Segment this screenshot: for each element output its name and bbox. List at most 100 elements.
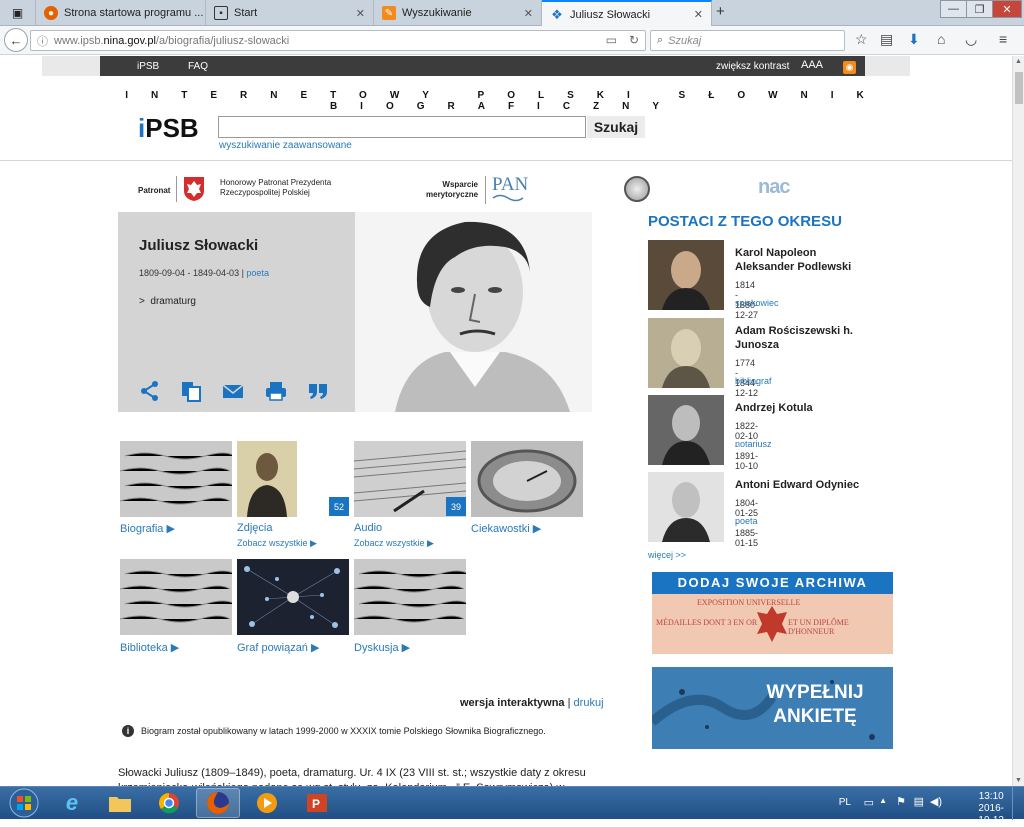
- photos-link[interactable]: Zdjęcia: [237, 522, 272, 534]
- interactive-version-label[interactable]: wersja interaktywna: [460, 697, 565, 709]
- tab-wyszukiwanie[interactable]: ✎ Wyszukiwanie ✕: [374, 0, 542, 26]
- ipsb-logo[interactable]: iPSB: [138, 113, 199, 144]
- bookmarks-menu-icon[interactable]: ▤: [880, 31, 893, 48]
- audio-link[interactable]: Audio: [354, 522, 382, 534]
- tab-start[interactable]: ▪ Start ✕: [206, 0, 374, 26]
- volume-icon[interactable]: ◀): [930, 795, 942, 808]
- nav-link-ipsb[interactable]: iPSB: [137, 61, 159, 72]
- language-indicator[interactable]: PL: [839, 797, 851, 808]
- biography-thumbnail[interactable]: [120, 441, 232, 517]
- audio-see-all-link[interactable]: Zobacz wszystkie ▶: [354, 538, 434, 549]
- contrast-toggle[interactable]: zwiększ kontrast: [716, 61, 789, 72]
- print-icon[interactable]: [265, 380, 287, 402]
- person-portrait[interactable]: [648, 240, 724, 310]
- add-archives-banner[interactable]: DODAJ SWOJE ARCHIWA EXPOSITION UNIVERSEL…: [652, 572, 893, 654]
- url-actions: ▭ ↻: [606, 33, 639, 47]
- close-icon[interactable]: ✕: [694, 8, 703, 21]
- survey-banner[interactable]: WYPEŁNIJ ANKIETĘ: [652, 667, 893, 749]
- university-seal-icon[interactable]: [624, 176, 650, 202]
- show-desktop-button[interactable]: [1012, 787, 1024, 820]
- trivia-link[interactable]: Ciekawostki ▶: [471, 522, 541, 535]
- folder-icon: [109, 797, 131, 812]
- url-bar[interactable]: ⓘ www.ipsb. nina.gov.pl/a/biografia/juliu…: [30, 30, 646, 51]
- tab-start-page[interactable]: ● Strona startowa programu ...: [36, 0, 206, 26]
- tab-juliusz-slowacki[interactable]: ❖ Juliusz Słowacki ✕: [542, 0, 712, 27]
- photos-thumbnail[interactable]: [237, 441, 297, 517]
- scrollbar-thumb[interactable]: [1015, 72, 1023, 104]
- nav-link-faq[interactable]: FAQ: [188, 61, 208, 72]
- person-card-role[interactable]: poeta: [735, 516, 758, 526]
- font-size-switcher[interactable]: AAA: [801, 59, 823, 71]
- reload-icon[interactable]: ↻: [629, 33, 639, 47]
- eagle-emblem-icon: [757, 606, 787, 642]
- info-icon[interactable]: ⓘ: [37, 33, 48, 49]
- menu-icon[interactable]: ≡: [999, 31, 1007, 47]
- taskbar-powerpoint[interactable]: P: [295, 788, 339, 818]
- patronage-text-line: Honorowy Patronat Prezydenta: [220, 178, 332, 187]
- site-search-input[interactable]: [218, 116, 586, 138]
- taskbar-file-explorer[interactable]: [98, 788, 142, 818]
- pocket-icon[interactable]: ◡: [965, 31, 977, 48]
- role-link[interactable]: poeta: [246, 268, 269, 278]
- support-label: Wsparcie merytoryczne: [426, 180, 478, 200]
- clock[interactable]: 13:10 2016-10-13: [978, 791, 1004, 827]
- person-card-role[interactable]: spiskowiec: [735, 298, 779, 308]
- rss-icon[interactable]: ◉: [843, 61, 856, 74]
- person-card-name[interactable]: Karol Napoleon Aleksander Podlewski: [735, 246, 865, 274]
- page-scrollbar[interactable]: ▲ ▼: [1012, 56, 1024, 786]
- taskbar-media-player[interactable]: [245, 788, 289, 818]
- advanced-search-link[interactable]: wyszukiwanie zaawansowane: [219, 140, 352, 151]
- share-icon[interactable]: [139, 380, 161, 402]
- person-portrait[interactable]: [648, 395, 724, 465]
- tab-title: Strona startowa programu ...: [64, 7, 204, 19]
- network-icon[interactable]: ▤: [914, 795, 924, 808]
- back-button[interactable]: ←: [4, 28, 28, 52]
- quote-icon[interactable]: [307, 380, 329, 402]
- nac-logo[interactable]: nac: [758, 176, 790, 199]
- close-icon[interactable]: ✕: [524, 7, 533, 20]
- person-portrait[interactable]: [648, 318, 724, 388]
- library-link[interactable]: Biblioteka ▶: [120, 641, 179, 654]
- scroll-up-icon[interactable]: ▲: [1015, 58, 1022, 65]
- book-icon: ❖: [551, 6, 563, 22]
- bookmark-star-icon[interactable]: ☆: [855, 31, 868, 48]
- taskbar-firefox[interactable]: [196, 788, 240, 818]
- download-icon[interactable]: ⬇: [908, 31, 920, 48]
- keyboard-icon[interactable]: ▭: [864, 796, 874, 809]
- biography-link[interactable]: Biografia ▶: [120, 522, 175, 535]
- person-portrait[interactable]: [648, 472, 724, 542]
- copy-icon[interactable]: [180, 380, 202, 402]
- search-button[interactable]: Szukaj: [587, 116, 645, 138]
- library-thumbnail[interactable]: [120, 559, 232, 635]
- taskbar-chrome[interactable]: [147, 788, 191, 818]
- scroll-down-icon[interactable]: ▼: [1015, 777, 1022, 784]
- close-window-button[interactable]: ✕: [992, 0, 1022, 18]
- tab-groups-button[interactable]: ▣: [0, 0, 36, 26]
- person-card-name[interactable]: Adam Rościszewski h. Junosza: [735, 324, 865, 352]
- close-icon[interactable]: ✕: [356, 7, 365, 20]
- taskbar-internet-explorer[interactable]: e: [50, 788, 94, 818]
- more-people-link[interactable]: więcej >>: [648, 550, 686, 560]
- survey-line: ANKIETĘ: [773, 706, 857, 727]
- relations-graph-link[interactable]: Graf powiązań ▶: [237, 641, 319, 654]
- person-card-role[interactable]: bibliograf: [735, 376, 772, 386]
- home-icon[interactable]: ⌂: [937, 31, 945, 47]
- print-link[interactable]: drukuj: [574, 697, 604, 709]
- browser-search-field[interactable]: ⌕ Szukaj: [650, 30, 845, 51]
- reader-view-icon[interactable]: ▭: [606, 33, 617, 47]
- relations-graph-thumbnail[interactable]: [237, 559, 349, 635]
- discussion-thumbnail[interactable]: [354, 559, 466, 635]
- person-card-name[interactable]: Andrzej Kotula: [735, 401, 865, 415]
- new-tab-icon[interactable]: +: [716, 3, 725, 20]
- person-card-role[interactable]: notariusz: [735, 439, 772, 449]
- start-button[interactable]: [2, 788, 46, 818]
- action-center-flag-icon[interactable]: ⚑: [896, 795, 906, 808]
- email-icon[interactable]: [222, 380, 244, 402]
- photos-see-all-link[interactable]: Zobacz wszystkie ▶: [237, 538, 317, 549]
- maximize-button[interactable]: ❐: [966, 0, 993, 18]
- discussion-link[interactable]: Dyskusja ▶: [354, 641, 410, 654]
- trivia-thumbnail[interactable]: [471, 441, 583, 517]
- show-hidden-icons-icon[interactable]: ▲: [879, 796, 887, 805]
- person-card-name[interactable]: Antoni Edward Odyniec: [735, 478, 865, 492]
- minimize-button[interactable]: —: [940, 0, 967, 18]
